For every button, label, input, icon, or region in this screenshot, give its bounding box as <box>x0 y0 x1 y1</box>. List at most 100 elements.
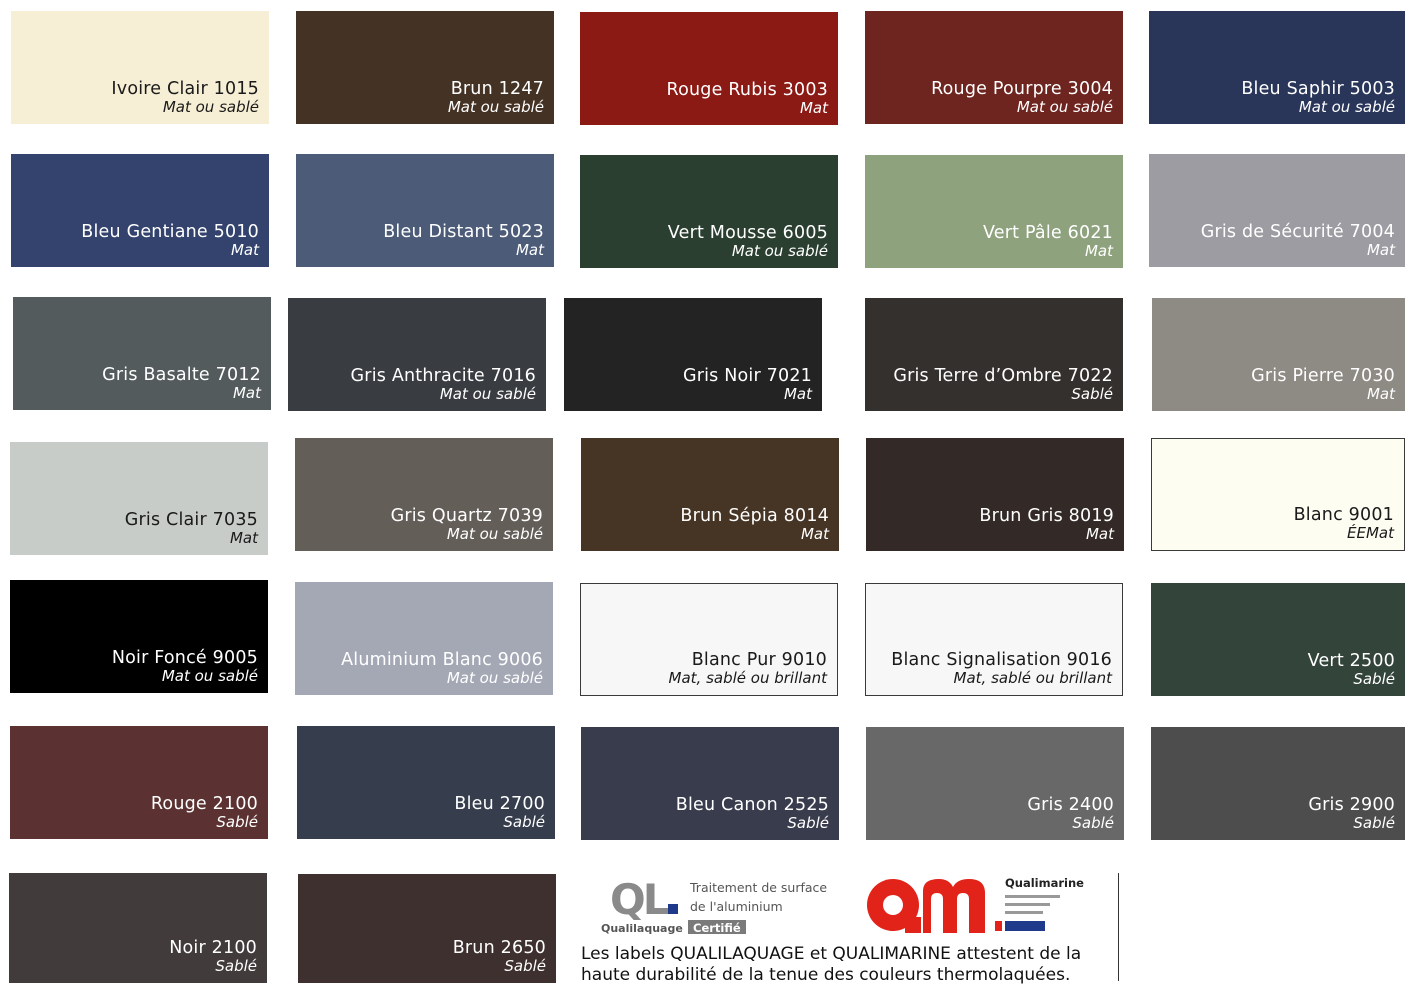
swatch-caption: Rouge 2100 Sablé <box>151 794 258 831</box>
swatch-color-name: Ivoire Clair 1015 <box>111 78 259 99</box>
swatch-color-name: Bleu 2700 <box>454 793 545 814</box>
swatch-finish: Mat ou sablé <box>446 668 543 687</box>
svg-text:Certifié: Certifié <box>693 921 741 934</box>
swatch-color-name: Rouge 2100 <box>150 793 258 814</box>
swatch-caption: Rouge Pourpre 3004 Mat ou sablé <box>931 79 1113 116</box>
svg-text:de l'aluminium: de l'aluminium <box>690 899 783 914</box>
swatch-caption: Brun 1247 Mat ou sablé <box>448 79 544 116</box>
divider-line <box>1118 873 1119 981</box>
swatch-color-name: Vert 2500 <box>1307 650 1395 671</box>
color-swatch-5010: Bleu Gentiane 5010 Mat <box>11 154 269 267</box>
swatch-color-name: Gris Clair 7035 <box>124 509 258 530</box>
swatch-caption: Noir Foncé 9005 Mat ou sablé <box>112 648 258 685</box>
qualilaquage-logo: QL Traitement de surface de l'aluminium … <box>601 875 827 934</box>
swatch-caption: Ivoire Clair 1015 Mat ou sablé <box>111 79 259 116</box>
swatch-finish: Sablé <box>503 812 545 831</box>
swatch-caption: Gris 2400 Sablé <box>1027 795 1114 832</box>
color-swatch-noir-2100: Noir 2100 Sablé <box>9 873 267 983</box>
color-swatch-3004: Rouge Pourpre 3004 Mat ou sablé <box>865 11 1123 124</box>
swatch-caption: Brun 2650 Sablé <box>453 938 546 975</box>
swatch-color-name: Blanc Pur 9010 <box>691 649 827 670</box>
swatch-color-name: Brun Gris 8019 <box>979 505 1114 526</box>
svg-text:Traitement de surface: Traitement de surface <box>689 880 827 895</box>
swatch-color-name: Gris Pierre 7030 <box>1251 365 1395 386</box>
swatch-color-name: Brun 1247 <box>450 78 544 99</box>
swatch-finish: Mat ou sablé <box>447 97 544 116</box>
swatch-caption: Gris Quartz 7039 Mat ou sablé <box>391 506 543 543</box>
swatch-color-name: Gris Noir 7021 <box>682 365 812 386</box>
swatch-finish: Mat ou sablé <box>439 384 536 403</box>
swatch-finish: Sablé <box>1353 669 1395 688</box>
color-swatch-9016: Blanc Signalisation 9016 Mat, sablé ou br… <box>865 583 1123 696</box>
color-swatch-2500: Vert 2500 Sablé <box>1151 583 1405 696</box>
swatch-caption: Gris Anthracite 7016 Mat ou sablé <box>351 366 536 403</box>
swatch-finish: Mat ou sablé <box>1016 97 1113 116</box>
certification-labels: QL Traitement de surface de l'aluminium … <box>580 870 1120 986</box>
swatch-caption: Bleu Canon 2525 Sablé <box>676 795 829 832</box>
labels-statement: Les labels QUALILAQUAGE et QUALIMARINE a… <box>581 944 1116 986</box>
color-swatch-7030: Gris Pierre 7030 Mat <box>1152 298 1405 411</box>
swatch-finish: Mat <box>232 383 261 402</box>
swatch-finish: Sablé <box>1353 813 1395 832</box>
swatch-color-name: Gris 2900 <box>1308 794 1395 815</box>
color-swatch-1247: Brun 1247 Mat ou sablé <box>296 11 554 124</box>
swatch-caption: Vert Pâle 6021 Mat <box>983 223 1113 260</box>
swatch-finish: Mat <box>799 98 828 117</box>
color-swatch-9001: Blanc 9001 ÉEMat <box>1151 438 1405 551</box>
color-swatch-2525: Bleu Canon 2525 Sablé <box>581 727 839 840</box>
swatch-caption: Gris Pierre 7030 Mat <box>1251 366 1395 403</box>
swatch-color-name: Aluminium Blanc 9006 <box>341 649 543 670</box>
color-swatch-8014: Brun Sépia 8014 Mat <box>581 438 839 551</box>
swatch-caption: Rouge Rubis 3003 Mat <box>667 80 828 117</box>
swatch-color-name: Rouge Rubis 3003 <box>666 79 828 100</box>
color-swatch-3003: Rouge Rubis 3003 Mat <box>580 12 838 125</box>
swatch-finish: Mat <box>515 240 544 259</box>
swatch-caption: Gris Basalte 7012 Mat <box>102 365 261 402</box>
swatch-color-name: Rouge Pourpre 3004 <box>931 78 1113 99</box>
color-swatch-1015: Ivoire Clair 1015 Mat ou sablé <box>11 11 269 124</box>
swatch-caption: Gris Clair 7035 Mat <box>125 510 258 547</box>
swatch-finish: Sablé <box>215 956 257 975</box>
swatch-color-name: Bleu Saphir 5003 <box>1241 78 1395 99</box>
color-swatch-6005: Vert Mousse 6005 Mat ou sablé <box>580 155 838 268</box>
swatch-finish: Mat ou sablé <box>446 524 543 543</box>
color-swatch-8019: Brun Gris 8019 Mat <box>866 438 1124 551</box>
swatch-finish: Mat <box>1366 240 1395 259</box>
swatch-color-name: Vert Mousse 6005 <box>667 222 828 243</box>
swatch-color-name: Bleu Distant 5023 <box>383 221 544 242</box>
swatch-finish: Mat, sablé ou brillant <box>953 668 1112 687</box>
swatch-caption: Bleu 2700 Sablé <box>454 794 545 831</box>
swatch-caption: Blanc Pur 9010 Mat, sablé ou brillant <box>669 650 827 687</box>
color-swatch-6021: Vert Pâle 6021 Mat <box>865 155 1123 268</box>
swatch-finish: Mat <box>230 240 259 259</box>
swatch-caption: Brun Gris 8019 Mat <box>979 506 1114 543</box>
swatch-finish: Sablé <box>504 956 546 975</box>
swatch-color-name: Gris Quartz 7039 <box>390 505 543 526</box>
swatch-finish: Sablé <box>1072 813 1114 832</box>
swatch-finish: Mat <box>1366 384 1395 403</box>
swatch-finish: Mat <box>1084 241 1113 260</box>
swatch-color-name: Gris Terre d’Ombre 7022 <box>893 365 1113 386</box>
swatch-color-name: Bleu Gentiane 5010 <box>81 221 259 242</box>
swatch-finish: ÉEMat <box>1347 523 1394 542</box>
swatch-color-name: Gris Anthracite 7016 <box>350 365 536 386</box>
swatch-color-name: Brun Sépia 8014 <box>680 505 829 526</box>
swatch-finish: Mat <box>800 524 829 543</box>
swatch-caption: Gris 2900 Sablé <box>1308 795 1395 832</box>
swatch-caption: Bleu Gentiane 5010 Mat <box>81 222 259 259</box>
labels-statement-line-1: Les labels QUALILAQUAGE et QUALIMARINE a… <box>581 944 1082 964</box>
qualimarine-logo: Qualimarine <box>867 876 1084 933</box>
swatch-caption: Vert 2500 Sablé <box>1308 651 1395 688</box>
swatch-caption: Gris Noir 7021 Mat <box>683 366 812 403</box>
color-swatch-rouge-2100: Rouge 2100 Sablé <box>10 726 268 839</box>
swatch-color-name: Noir Foncé 9005 <box>111 647 258 668</box>
color-swatch-2400: Gris 2400 Sablé <box>866 727 1124 840</box>
swatch-caption: Brun Sépia 8014 Mat <box>680 506 829 543</box>
swatch-caption: Aluminium Blanc 9006 Mat ou sablé <box>341 650 543 687</box>
swatch-finish: Mat ou sablé <box>1298 97 1395 116</box>
swatch-caption: Bleu Saphir 5003 Mat ou sablé <box>1241 79 1395 116</box>
swatch-finish: Mat <box>229 528 258 547</box>
color-swatch-9010: Blanc Pur 9010 Mat, sablé ou brillant <box>580 583 838 696</box>
swatch-finish: Mat ou sablé <box>161 666 258 685</box>
swatch-caption: Blanc 9001 ÉEMat <box>1294 505 1394 542</box>
